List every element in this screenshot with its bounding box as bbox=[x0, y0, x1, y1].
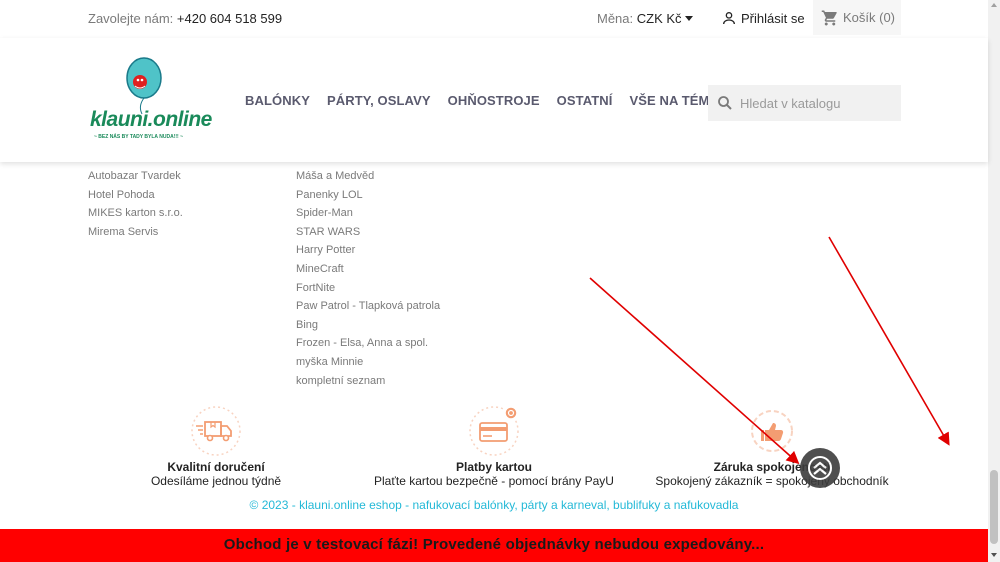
logo-text: klauni.online bbox=[90, 108, 212, 131]
contact-label: Zavolejte nám: bbox=[88, 11, 174, 26]
top-bar: Zavolejte nám: +420 604 518 599 Měna: CZ… bbox=[0, 0, 988, 38]
double-chevron-up-icon bbox=[808, 456, 832, 480]
phone-number[interactable]: +420 604 518 599 bbox=[177, 11, 282, 26]
user-icon bbox=[723, 12, 735, 25]
footer-link[interactable]: myška Minnie bbox=[296, 353, 440, 372]
footer-link[interactable]: Frozen - Elsa, Anna a spol. bbox=[296, 334, 440, 353]
cart-label: Košík (0) bbox=[843, 10, 896, 25]
menu-item-ostatni[interactable]: OSTATNÍ bbox=[557, 93, 613, 108]
footer-link[interactable]: MIKES karton s.r.o. bbox=[88, 204, 183, 223]
currency-value[interactable]: CZK Kč bbox=[637, 11, 682, 26]
login-link[interactable]: Přihlásit se bbox=[721, 10, 805, 26]
footer-link[interactable]: Bing bbox=[296, 316, 440, 335]
reassurance-title: Platby kartou bbox=[455, 460, 533, 474]
balloon-logo-icon bbox=[126, 57, 162, 115]
site-header: klauni.online ~ BEZ NÁS BY TADY BYLA NUD… bbox=[0, 38, 988, 162]
search-icon[interactable] bbox=[716, 94, 734, 112]
copyright-link[interactable]: © 2023 - klauni.online eshop - nafukovac… bbox=[0, 498, 988, 512]
delivery-truck-icon bbox=[191, 406, 241, 456]
currency-selector[interactable]: Měna: CZK Kč bbox=[597, 11, 693, 26]
menu-item-balonky[interactable]: BALÓNKY bbox=[245, 93, 310, 108]
footer-link[interactable]: Autobazar Tvardek bbox=[88, 167, 183, 186]
footer-link[interactable]: Paw Patrol - Tlapková patrola bbox=[296, 297, 440, 316]
shopping-cart-icon bbox=[821, 10, 837, 25]
caret-down-icon[interactable] bbox=[684, 16, 693, 21]
thumbs-up-icon bbox=[751, 410, 793, 452]
menu-item-party[interactable]: PÁRTY, OSLAVY bbox=[327, 93, 431, 108]
page-scrollbar[interactable] bbox=[988, 0, 1000, 562]
reassurance-title: Záruka spokojenosti bbox=[713, 460, 831, 474]
login-label: Přihlásit se bbox=[741, 10, 805, 26]
reassurance-satisfaction: Záruka spokojenosti Spokojený zákazník =… bbox=[642, 405, 902, 488]
footer-link[interactable]: MineCraft bbox=[296, 260, 440, 279]
scroll-up-arrow-icon[interactable] bbox=[991, 3, 997, 7]
site-logo[interactable]: klauni.online ~ BEZ NÁS BY TADY BYLA NUD… bbox=[88, 56, 212, 144]
menu-item-vse-na-tema[interactable]: VŠE NA TÉMA bbox=[629, 93, 718, 108]
reassurance-desc: Plaťte kartou bezpečně - pomocí brány Pa… bbox=[374, 474, 614, 488]
footer-link[interactable]: STAR WARS bbox=[296, 223, 440, 242]
scroll-down-arrow-icon[interactable] bbox=[991, 553, 997, 557]
footer-link[interactable]: Panenky LOL bbox=[296, 186, 440, 205]
main-menu: BALÓNKY PÁRTY, OSLAVY OHŇOSTROJE OSTATNÍ… bbox=[245, 93, 719, 108]
reassurance-desc: Odesíláme jednou týdně bbox=[150, 474, 282, 488]
search-box bbox=[708, 85, 901, 121]
reassurance-title: Kvalitní doručení bbox=[167, 460, 265, 474]
footer-link[interactable]: Mirema Servis bbox=[88, 223, 183, 242]
cart-button[interactable]: Košík (0) bbox=[813, 0, 901, 35]
footer-link[interactable]: Spider-Man bbox=[296, 204, 440, 223]
reassurance-card-payment: Platby kartou Plaťte kartou bezpečně - p… bbox=[364, 405, 624, 488]
scrollbar-thumb[interactable] bbox=[990, 470, 998, 544]
footer-themes-list: Máša a Medvěd Panenky LOL Spider-Man STA… bbox=[296, 167, 440, 390]
scroll-to-top-button[interactable] bbox=[800, 448, 840, 488]
menu-item-ohnostroje[interactable]: OHŇOSTROJE bbox=[448, 93, 540, 108]
currency-label: Měna: bbox=[597, 11, 634, 26]
footer-link[interactable]: FortNite bbox=[296, 279, 440, 298]
credit-card-icon bbox=[469, 406, 519, 456]
footer-link[interactable]: Harry Potter bbox=[296, 241, 440, 260]
footer-link[interactable]: Máša a Medvěd bbox=[296, 167, 440, 186]
reassurance-desc: Spokojený zákazník = spokojený obchodník bbox=[655, 474, 889, 488]
footer-partners-list: Autobazar Tvardek Hotel Pohoda MIKES kar… bbox=[88, 167, 183, 241]
reassurance-delivery: Kvalitní doručení Odesíláme jednou týdně bbox=[86, 405, 346, 488]
footer-link[interactable]: kompletní seznam bbox=[296, 372, 440, 391]
logo-tagline: ~ BEZ NÁS BY TADY BYLA NUDA!!! ~ bbox=[94, 134, 183, 140]
footer-link[interactable]: Hotel Pohoda bbox=[88, 186, 183, 205]
test-phase-banner: Obchod je v testovací fázi! Provedené ob… bbox=[0, 529, 988, 562]
contact-info: Zavolejte nám: +420 604 518 599 bbox=[88, 11, 282, 26]
search-input[interactable] bbox=[740, 95, 890, 111]
